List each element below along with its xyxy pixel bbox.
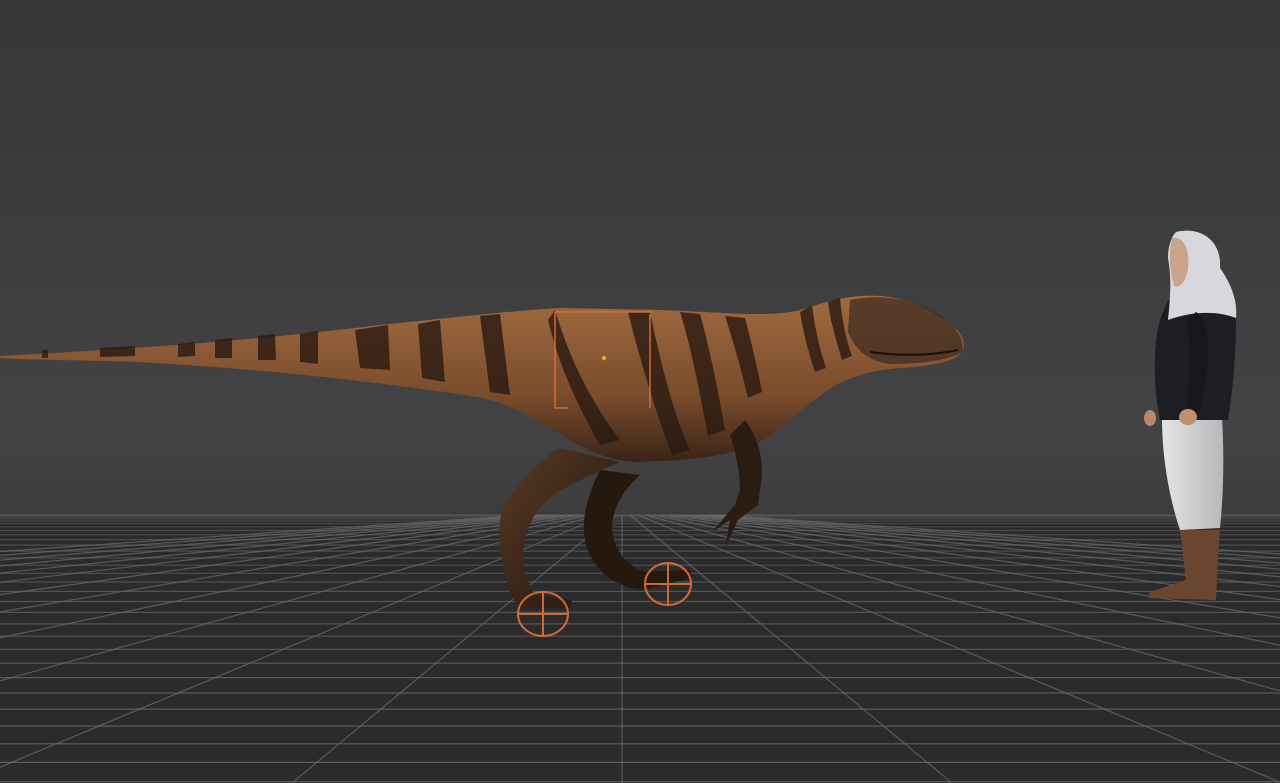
viewport-canvas[interactable] xyxy=(0,0,1280,783)
human-hand-left xyxy=(1144,410,1156,426)
3d-viewport[interactable] xyxy=(0,0,1280,783)
floor-grid xyxy=(0,514,1280,783)
pivot-point xyxy=(601,355,607,361)
human-hand-right xyxy=(1179,409,1197,425)
ik-target-right-foot[interactable] xyxy=(644,562,692,606)
ik-target-left-foot[interactable] xyxy=(517,591,569,637)
